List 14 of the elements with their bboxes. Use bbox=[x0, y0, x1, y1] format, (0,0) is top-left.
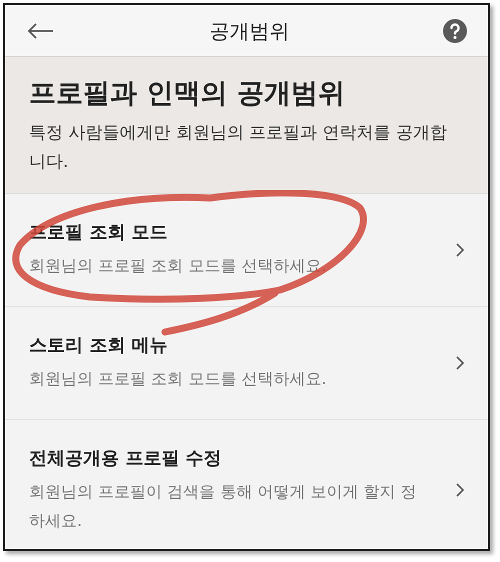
row-title: 스토리 조회 메뉴 bbox=[29, 334, 169, 358]
settings-row[interactable]: 스토리 조회 메뉴 회원님의 프로필 조회 모드를 선택하세요. bbox=[5, 306, 488, 420]
chevron-right-icon bbox=[456, 356, 464, 370]
section-heading: 프로필과 인맥의 공개범위 bbox=[29, 77, 346, 111]
settings-row[interactable]: 전체공개용 프로필 수정 회원님의 프로필이 검색을 통해 어떻게 보이게 할지 정하세요. bbox=[5, 420, 488, 549]
section-description: 특정 사람들에게만 회원님의 프로필과 연락처를 공개합니다. bbox=[29, 122, 448, 174]
chevron-right-icon bbox=[456, 483, 464, 498]
row-subtitle: 회원님의 프로필 조회 모드를 선택하세요. bbox=[29, 368, 328, 390]
chevron-right-icon bbox=[456, 242, 464, 257]
screen-title: 공개범위 bbox=[208, 18, 290, 44]
row-subtitle: 회원님의 프로필 조회 모드를 선택하세요. bbox=[29, 254, 328, 277]
help-button[interactable] bbox=[442, 18, 468, 44]
row-title: 전체공개용 프로필 수정 bbox=[29, 446, 223, 471]
row-subtitle: 회원님의 프로필이 검색을 통해 어떻게 보이게 할지 정하세요. bbox=[29, 480, 418, 532]
